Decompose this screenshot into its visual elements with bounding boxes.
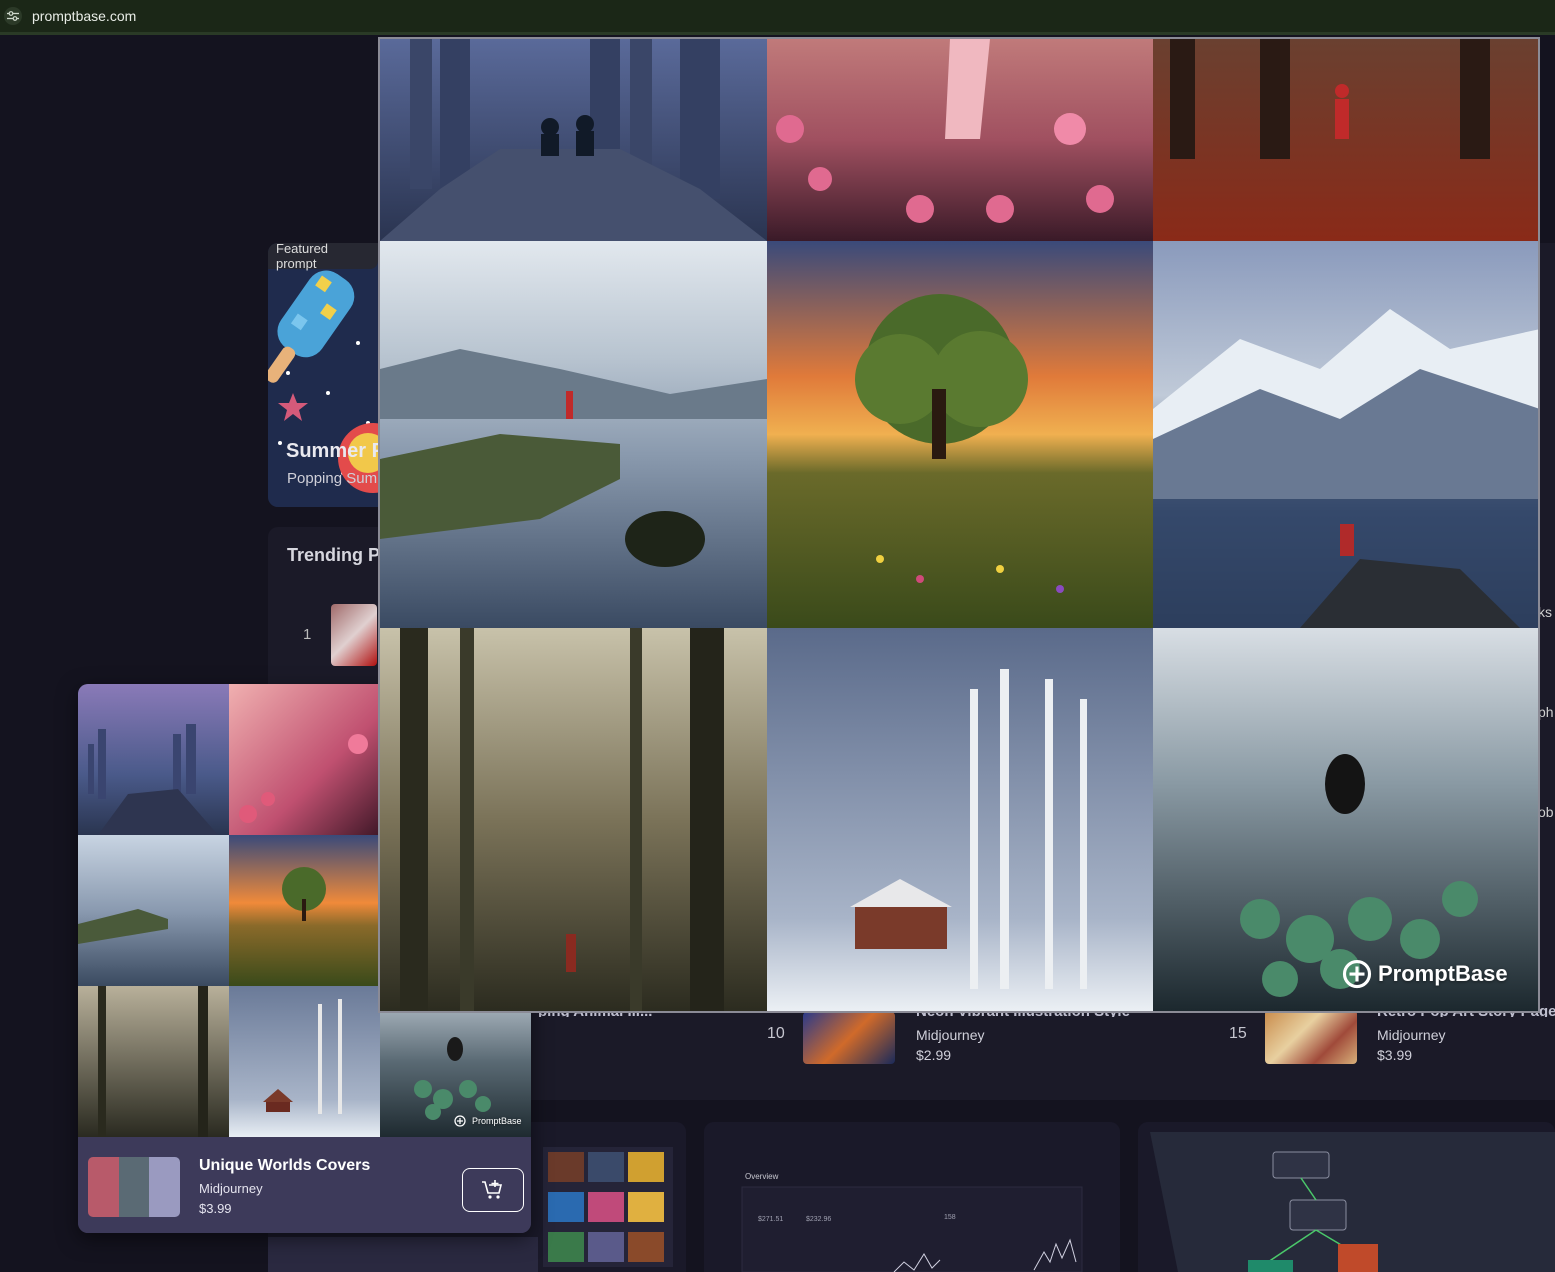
dashboard-preview-card[interactable]: [704, 1122, 1120, 1272]
prompt-price: $3.99: [199, 1201, 232, 1216]
right-panel-edge: [1540, 243, 1555, 1043]
list-item-rank: 10: [767, 1025, 785, 1042]
prompt-info-bar: Unique Worlds Covers Midjourney $3.99: [78, 1137, 531, 1233]
dashboard-overview-label: Overview: [745, 1172, 779, 1181]
browser-address-bar[interactable]: promptbase.com: [0, 0, 1555, 35]
workflow-preview-card[interactable]: [1138, 1122, 1555, 1272]
edge-fragment: ob: [1538, 804, 1554, 820]
featured-badge: Featured prompt: [268, 243, 378, 271]
list-item-thumbnail[interactable]: [1265, 1010, 1357, 1064]
featured-subtitle: Popping Sumr: [287, 470, 383, 487]
workflow-diagram-image: [1138, 1122, 1555, 1272]
trending-title: Trending Pr: [287, 545, 388, 565]
list-item-rank: 15: [1229, 1025, 1247, 1042]
watermark: PromptBase: [1342, 959, 1508, 989]
trending-rank: 1: [303, 626, 312, 643]
list-item-price: $3.99: [1377, 1047, 1413, 1063]
edge-fragment: ks: [1538, 604, 1552, 620]
prompt-model: Midjourney: [199, 1181, 263, 1196]
url-text[interactable]: promptbase.com: [32, 8, 136, 24]
prompt-title[interactable]: Unique Worlds Covers: [199, 1157, 370, 1175]
dashboard-stat: $232.96: [806, 1216, 832, 1223]
dashboard-stat: $271.51: [758, 1216, 784, 1223]
dashboard-chart-image: [704, 1122, 1120, 1272]
list-item-model: Midjourney: [1377, 1027, 1446, 1043]
watermark: PromptBase: [454, 1115, 522, 1127]
edge-fragment: ph: [1538, 704, 1554, 720]
list-item-model: Midjourney: [916, 1027, 985, 1043]
trending-thumbnail[interactable]: [331, 604, 377, 666]
promptbase-logo-icon: [454, 1115, 466, 1127]
enlarged-image-preview[interactable]: PromptBase: [378, 37, 1540, 1013]
enlarged-cover-grid: [380, 39, 1538, 1011]
featured-prompt-card[interactable]: Featured prompt: [268, 243, 378, 507]
add-to-cart-button[interactable]: [462, 1168, 524, 1212]
featured-popsicle-image: [268, 243, 378, 507]
list-item-price: $2.99: [916, 1047, 952, 1063]
list-item-thumbnail[interactable]: [803, 1012, 895, 1064]
prompt-thumbnail[interactable]: [88, 1157, 180, 1217]
featured-title: Summer P: [286, 440, 385, 462]
dashboard-stat: 158: [944, 1214, 956, 1221]
tune-icon[interactable]: [4, 7, 22, 25]
promptbase-logo-icon: [1342, 959, 1372, 989]
add-to-cart-icon: [482, 1180, 503, 1199]
